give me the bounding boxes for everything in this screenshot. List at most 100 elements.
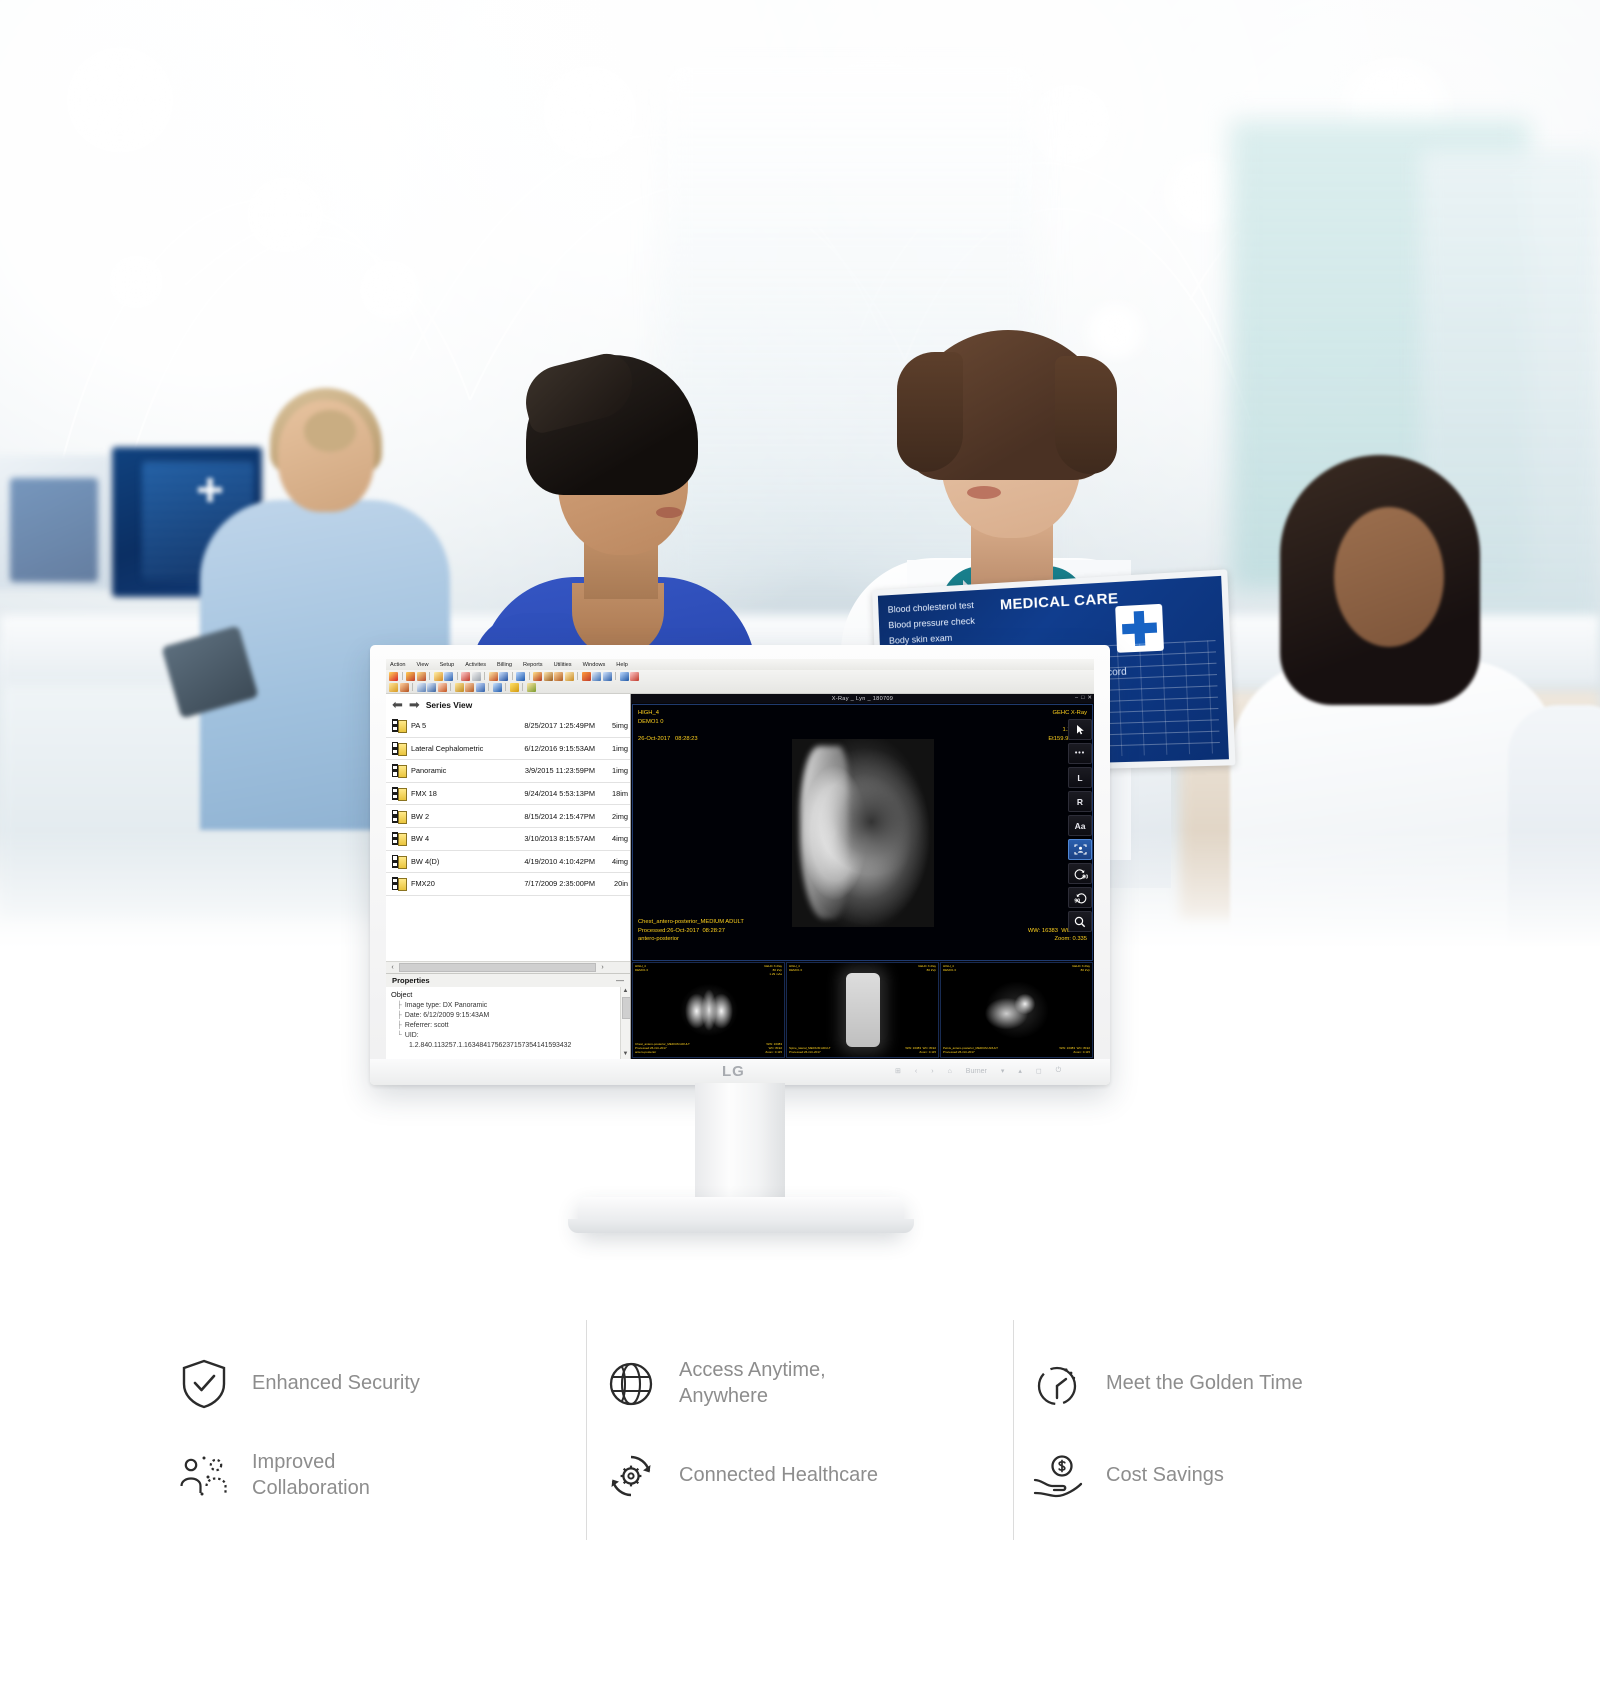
toolbar-icon-family[interactable]	[416, 671, 426, 681]
back-arrow-icon[interactable]: ⬅	[392, 698, 403, 711]
osd-button[interactable]: ▴	[1018, 1067, 1022, 1075]
toolbar-icon-refresh[interactable]	[619, 671, 629, 681]
properties-header[interactable]: Properties —	[386, 973, 630, 988]
toolbar-icon-flag[interactable]	[526, 682, 536, 692]
osd-button[interactable]: ⌂	[948, 1068, 952, 1075]
osd-button[interactable]: Burner	[966, 1068, 987, 1075]
viewport[interactable]: HIGH_4 DEMO1 0 26-Oct-2017 08:28:23 GEHC…	[632, 704, 1093, 961]
toolbar-icon-print[interactable]	[592, 671, 601, 681]
forward-arrow-icon[interactable]: ➡	[409, 698, 420, 711]
monitor-osd-buttons[interactable]: ⊞ ‹ › ⌂ Burner ▾ ▴ ◻ ⏻	[895, 1067, 1061, 1075]
toolbar-icon-patient[interactable]	[389, 671, 398, 681]
toolbar-icon-warning[interactable]	[509, 682, 519, 692]
properties-vertical-scrollbar[interactable]: ▲ ▼	[620, 987, 630, 1059]
series-row[interactable]: Lateral Cephalometric 6/12/2016 9:15:53AM…	[386, 738, 630, 761]
toolbar-icon-sync[interactable]	[516, 671, 525, 681]
scroll-left-icon[interactable]: ‹	[388, 964, 397, 971]
series-row[interactable]: BW 4(D) 4/19/2010 4:10:42PM 4img	[386, 851, 630, 874]
toolbar-icon-document[interactable]	[416, 682, 426, 692]
thumbnail-item[interactable]: HIGH_4 DEMO1 0 GEHC X-Ray 80 kVp Pelvis_an…	[940, 962, 1093, 1058]
close-button[interactable]: ✕	[1087, 695, 1092, 701]
menu-item-activites[interactable]: Activites	[465, 662, 486, 668]
text-tool-button[interactable]: Aa	[1068, 815, 1092, 836]
series-list[interactable]: PA 5 8/25/2017 1:25:49PM 5img Lateral Cepha…	[386, 715, 630, 896]
series-row[interactable]: BW 4 3/10/2013 8:15:57AM 4img	[386, 828, 630, 851]
toolbar-icon-history[interactable]	[465, 682, 474, 692]
series-row[interactable]: BW 2 8/15/2014 2:15:47PM 2img	[386, 805, 630, 828]
scrollbar-thumb[interactable]	[622, 997, 630, 1020]
menu-item-view[interactable]: View	[417, 662, 429, 668]
series-icon	[392, 741, 407, 756]
series-row[interactable]: FMX 18 9/24/2014 5:53:13PM 18im	[386, 783, 630, 806]
toolbar-icon-close[interactable]	[630, 671, 639, 681]
menu-item-action[interactable]: Action	[390, 662, 406, 668]
series-row[interactable]: FMX20 7/17/2009 2:35:00PM 20in	[386, 873, 630, 896]
left-marker-button[interactable]: L	[1068, 767, 1092, 788]
toolbar-icon-note[interactable]	[488, 671, 498, 681]
toolbar-icon-calendar[interactable]	[475, 682, 485, 692]
rotate-ccw-90-button[interactable]: 90	[1068, 863, 1092, 884]
toolbar-icon-globe[interactable]	[492, 682, 502, 692]
feature-golden-time: Meet the Golden Time	[1032, 1358, 1422, 1410]
menu-item-windows[interactable]: Windows	[583, 662, 606, 668]
properties-collapse-button[interactable]: —	[616, 976, 624, 985]
thumbnail-strip[interactable]: HIGH_4 DEMO1 0 GEHC X-Ray 80 kVp 1.29 mAs…	[631, 961, 1094, 1059]
osd-button[interactable]: ▾	[1001, 1067, 1005, 1075]
toolbar-icon-add-patient[interactable]	[406, 671, 415, 681]
crop-tool-button[interactable]	[1068, 839, 1092, 860]
properties-field-label: Referrer:	[404, 1022, 433, 1030]
menu-item-utilities[interactable]: Utilities	[554, 662, 572, 668]
right-marker-button[interactable]: R	[1068, 791, 1092, 812]
toolbar-icon-link[interactable]	[499, 671, 508, 681]
series-image-count: 1img	[611, 743, 628, 753]
maximize-button[interactable]: □	[1081, 695, 1084, 701]
menu-item-help[interactable]: Help	[616, 662, 628, 668]
thumbnail-item[interactable]: HIGH_4 DEMO1 0 GEHC X-Ray 80 kVp Spine_lat…	[786, 962, 939, 1058]
toolbar-icon-appointment[interactable]	[461, 671, 470, 681]
zoom-tool-button[interactable]	[1068, 911, 1092, 932]
osd-button[interactable]: ‹	[915, 1068, 917, 1075]
osd-button[interactable]: ⏻	[1056, 1067, 1062, 1075]
toolbar-icon-clipboard[interactable]	[427, 682, 436, 692]
toolbar-row-2[interactable]	[389, 682, 1091, 692]
osd-button[interactable]: ›	[931, 1068, 933, 1075]
toolbar-icon-ledger[interactable]	[471, 671, 481, 681]
toolbar-icon-edit[interactable]	[444, 671, 453, 681]
toolbar-icon-lock[interactable]	[454, 682, 464, 692]
toolbar-icon-xray[interactable]	[543, 671, 553, 681]
rotate-cw-90-button[interactable]: 90	[1068, 887, 1092, 908]
scrollbar-thumb[interactable]	[399, 963, 596, 973]
viewer-tool-rail[interactable]: ••• L R Aa 90 90	[1068, 719, 1092, 932]
toolbar-row-1[interactable]	[389, 671, 1091, 681]
pointer-tool-button[interactable]	[1068, 719, 1092, 740]
toolbar-icon-insurance[interactable]	[437, 682, 447, 692]
toolbar[interactable]	[386, 670, 1094, 694]
scroll-right-icon[interactable]: ›	[598, 964, 607, 971]
toolbar-icon-report[interactable]	[581, 671, 591, 681]
toolbar-icon-open-folder[interactable]	[389, 682, 398, 692]
toolbar-icon-chart[interactable]	[433, 671, 443, 681]
scroll-down-icon[interactable]: ▼	[621, 1050, 630, 1059]
menu-item-setup[interactable]: Setup	[440, 662, 455, 668]
thumbnail-item[interactable]: HIGH_4 DEMO1 0 GEHC X-Ray 80 kVp 1.29 mAs…	[632, 962, 785, 1058]
series-row[interactable]: PA 5 8/25/2017 1:25:49PM 5img	[386, 715, 630, 738]
toolbar-icon-imaging[interactable]	[533, 671, 542, 681]
series-row[interactable]: Panoramic 3/9/2015 11:23:59PM 1img	[386, 760, 630, 783]
toolbar-icon-perio[interactable]	[554, 671, 563, 681]
osd-button[interactable]: ⊞	[895, 1067, 901, 1075]
osd-button[interactable]: ◻	[1036, 1067, 1042, 1075]
toolbar-icon-save[interactable]	[399, 682, 409, 692]
xray-image[interactable]	[791, 738, 934, 927]
window-controls[interactable]: – □ ✕	[1075, 695, 1092, 701]
toolbar-icon-tooth[interactable]	[564, 671, 574, 681]
series-horizontal-scrollbar[interactable]: ‹ ›	[386, 961, 630, 974]
toolbar-icon-search[interactable]	[602, 671, 612, 681]
series-name: BW 4	[411, 834, 430, 844]
minimize-button[interactable]: –	[1075, 695, 1078, 701]
menu-item-reports[interactable]: Reports	[523, 662, 543, 668]
menu-item-billing[interactable]: Billing	[497, 662, 512, 668]
scroll-up-icon[interactable]: ▲	[621, 987, 630, 996]
series-icon	[392, 787, 407, 802]
more-tool-button[interactable]: •••	[1068, 743, 1092, 764]
menu-bar[interactable]: Action View Setup Activites Billing Repo…	[386, 659, 1094, 670]
